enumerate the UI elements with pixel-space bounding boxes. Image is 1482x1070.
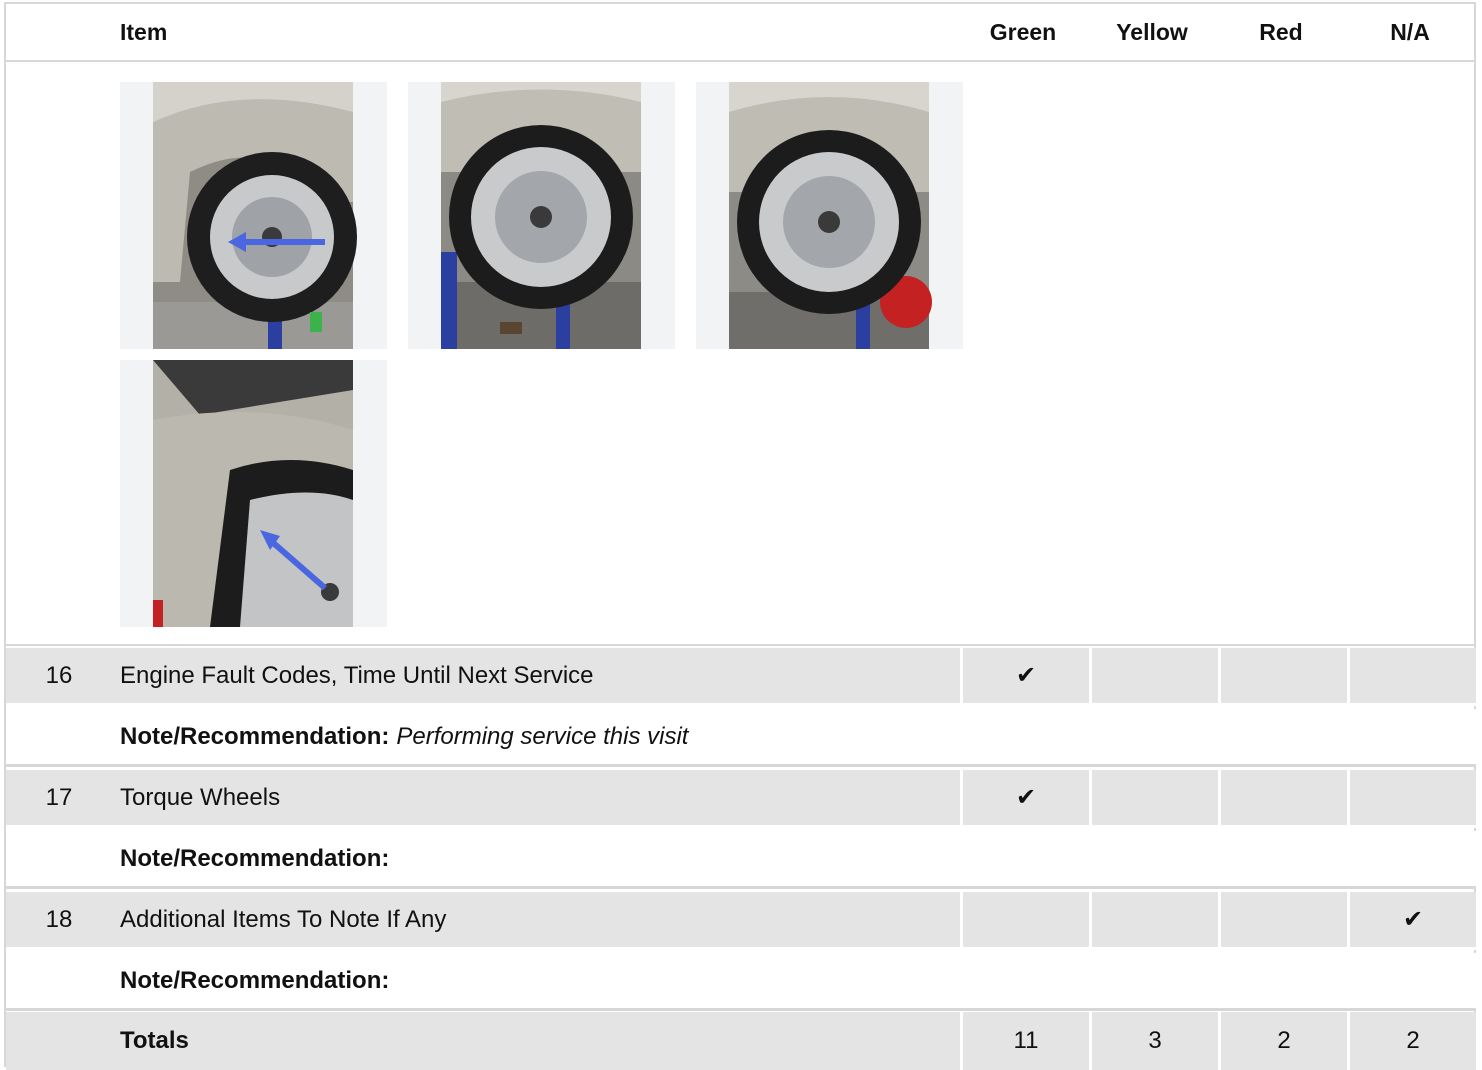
row-number: 18 (45, 905, 73, 933)
green-cell: ✔ (960, 770, 1089, 825)
total-green: 11 (960, 1012, 1089, 1070)
note-row: Note/Recommendation: (6, 953, 1476, 1011)
tire-photo[interactable] (408, 82, 675, 349)
header-na: N/A (1390, 18, 1430, 45)
tire-photo[interactable] (696, 82, 963, 349)
total-red: 2 (1218, 1012, 1347, 1070)
na-cell (1347, 770, 1476, 825)
na-cell (1347, 648, 1476, 703)
note: Note/Recommendation: (120, 831, 396, 886)
yellow-cell (1089, 648, 1218, 703)
header-red: Red (1259, 18, 1303, 45)
table-header: Item Green Yellow Red N/A (6, 4, 1476, 62)
header-item: Item (120, 18, 168, 45)
green-cell: ✔ (960, 648, 1089, 703)
na-cell: ✔ (1347, 892, 1476, 947)
note-row: Note/Recommendation: Performing service … (6, 709, 1476, 767)
tire-photo[interactable] (120, 82, 387, 349)
table-row: 16 Engine Fault Codes, Time Until Next S… (6, 648, 1476, 706)
note-row: Note/Recommendation: (6, 831, 1476, 889)
tire-photo[interactable] (120, 360, 387, 627)
note: Note/Recommendation: Performing service … (120, 709, 688, 764)
total-yellow: 3 (1089, 1012, 1218, 1070)
red-cell (1218, 648, 1347, 703)
total-na: 2 (1347, 1012, 1476, 1070)
row-item: Additional Items To Note If Any (120, 905, 447, 933)
red-cell (1218, 770, 1347, 825)
header-yellow: Yellow (1116, 18, 1188, 45)
photo-gallery (6, 64, 1476, 646)
row-number: 16 (45, 661, 73, 689)
table-row: 18 Additional Items To Note If Any ✔ (6, 892, 1476, 950)
note-label: Note/Recommendation: (120, 844, 390, 872)
row-number: 17 (45, 783, 73, 811)
note-label: Note/Recommendation: (120, 722, 390, 750)
row-item: Engine Fault Codes, Time Until Next Serv… (120, 661, 594, 689)
totals-label: Totals (120, 1027, 189, 1054)
note-text: Performing service this visit (396, 722, 689, 750)
green-cell (960, 892, 1089, 947)
table-row: 17 Torque Wheels ✔ (6, 770, 1476, 828)
yellow-cell (1089, 892, 1218, 947)
totals-row: Totals 11 3 2 2 (6, 1012, 1476, 1070)
red-cell (1218, 892, 1347, 947)
note-label: Note/Recommendation: (120, 966, 390, 994)
row-item: Torque Wheels (120, 783, 281, 811)
note: Note/Recommendation: (120, 953, 396, 1008)
yellow-cell (1089, 770, 1218, 825)
header-green: Green (989, 18, 1057, 45)
